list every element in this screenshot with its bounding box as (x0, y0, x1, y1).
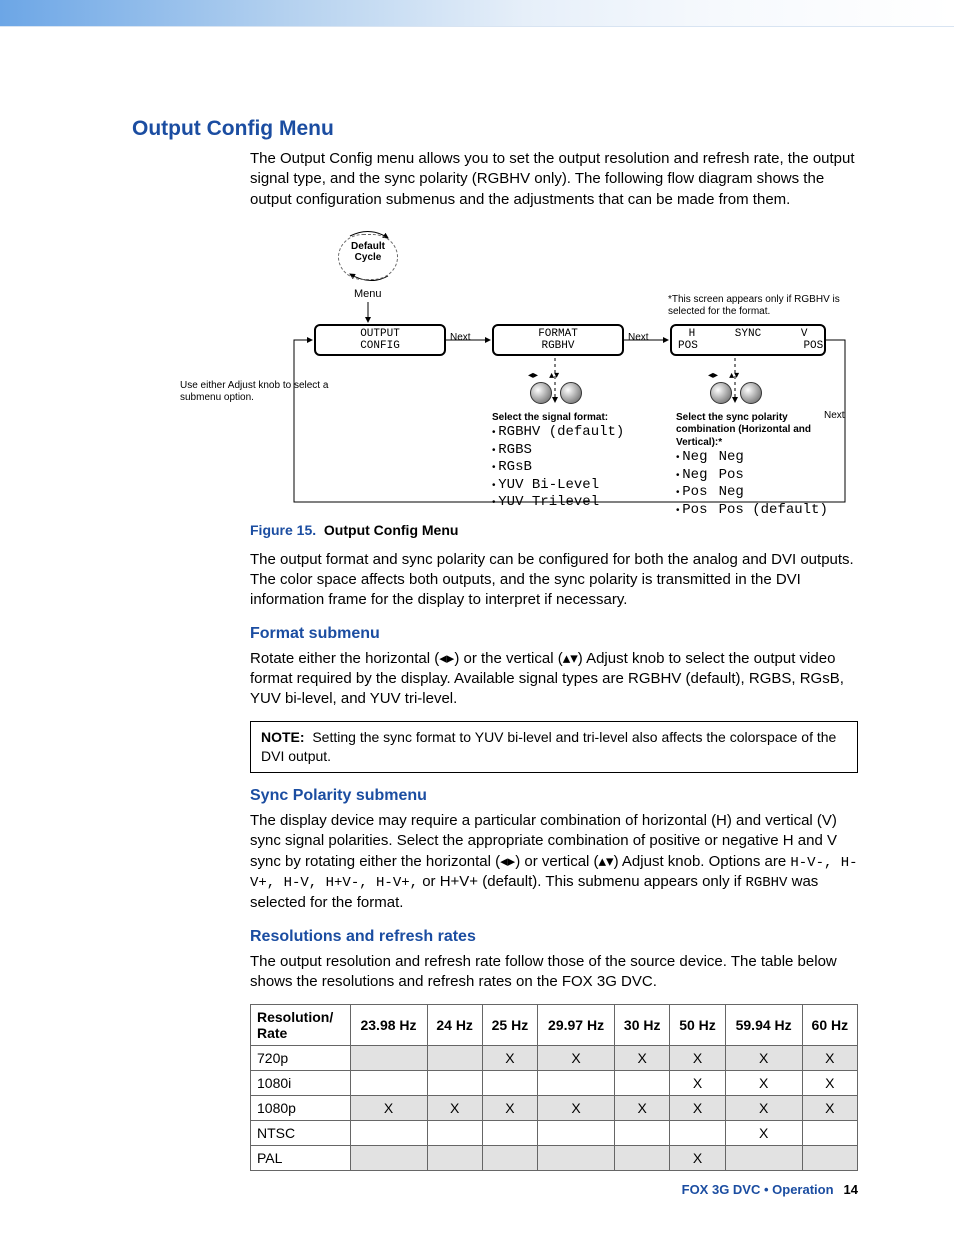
table-row: 1080pXXXXXXXX (251, 1096, 858, 1121)
lcd-output-config: OUTPUTCONFIG (314, 324, 446, 356)
paragraph-resolutions: The output resolution and refresh rate f… (250, 952, 858, 993)
hint-adjust-knob: Use either Adjust knob to select a subme… (180, 380, 360, 405)
top-gradient-bar (0, 0, 954, 27)
default-cycle-node: Default Cycle (338, 234, 398, 280)
format-options: Select the signal format: • RGBHV (defau… (492, 412, 642, 512)
paragraph-dvi: The output format and sync polarity can … (250, 550, 858, 611)
next-label-1: Next (450, 332, 471, 345)
knob-icon (740, 382, 762, 404)
table-header: 29.97 Hz (538, 1005, 615, 1046)
lcd-sync: H SYNC V POS POS (670, 324, 826, 356)
table-row: 720pXXXXXX (251, 1046, 858, 1071)
star-note: *This screen appears only if RGBHV is se… (668, 294, 848, 319)
table-header: 25 Hz (482, 1005, 537, 1046)
next-label-2: Next (628, 332, 649, 345)
knob-icon (560, 382, 582, 404)
table-row: NTSCX (251, 1121, 858, 1146)
page-heading: Output Config Menu (132, 117, 858, 141)
intro-paragraph: The Output Config menu allows you to set… (250, 149, 858, 210)
page-footer: FOX 3G DVC • Operation14 (682, 1182, 858, 1197)
heading-resolutions: Resolutions and refresh rates (250, 928, 858, 946)
table-header: 59.94 Hz (725, 1005, 802, 1046)
table-header: 24 Hz (427, 1005, 482, 1046)
table-header: Resolution/Rate (251, 1005, 351, 1046)
menu-label: Menu (354, 288, 382, 300)
note-box: NOTE: Setting the sync format to YUV bi-… (250, 721, 858, 773)
sync-options: Select the sync polarity combination (Ho… (676, 412, 846, 520)
knob-icon (530, 382, 552, 404)
knob-icon (710, 382, 732, 404)
paragraph-format: Rotate either the horizontal (◂▸) or the… (250, 649, 858, 710)
table-row: 1080iXXX (251, 1071, 858, 1096)
lcd-format: FORMATRGBHV (492, 324, 624, 356)
figure-caption: Figure 15. Output Config Menu (250, 522, 858, 538)
flow-diagram: Default Cycle Menu OUTPUTCONFIG Next FOR… (280, 222, 858, 512)
heading-sync-polarity: Sync Polarity submenu (250, 787, 858, 805)
heading-format-submenu: Format submenu (250, 625, 858, 643)
paragraph-sync: The display device may require a particu… (250, 811, 858, 914)
table-header: 60 Hz (802, 1005, 857, 1046)
resolution-table: Resolution/Rate23.98 Hz24 Hz25 Hz29.97 H… (250, 1004, 858, 1171)
table-header: 23.98 Hz (350, 1005, 427, 1046)
table-row: PALX (251, 1146, 858, 1171)
table-header: 50 Hz (670, 1005, 725, 1046)
table-header: 30 Hz (615, 1005, 670, 1046)
